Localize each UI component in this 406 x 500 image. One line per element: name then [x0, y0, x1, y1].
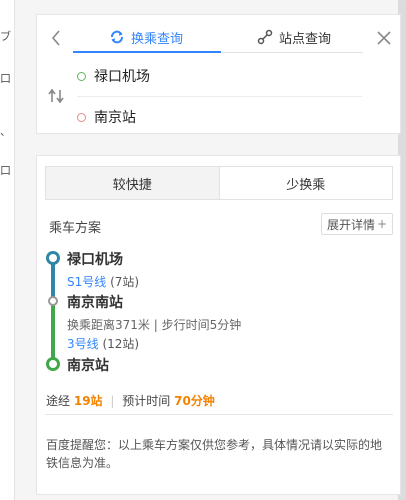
plan-title: 乘车方案: [49, 221, 102, 236]
end-dot-icon: [77, 112, 86, 122]
transfer-station: 南京南站: [67, 295, 123, 311]
tab-label: 站点查询: [279, 31, 332, 47]
summary-via-label: 途经: [46, 394, 71, 408]
summary-station-count: 19站: [73, 394, 103, 408]
expand-details-label: 展开详情: [327, 217, 376, 232]
chevron-left-icon: [51, 30, 60, 46]
left-strip-glyph: 口: [0, 72, 11, 85]
swap-points-button[interactable]: [45, 85, 67, 107]
route-search-panel: 换乘查询 站点查询 禄口机场 南京站: [36, 14, 401, 134]
origin-node-icon: [46, 251, 60, 265]
destination-station: 南京站: [67, 358, 109, 374]
leg1-station-count: (7站): [110, 275, 140, 289]
disclaimer-text: 百度提醒您：以上乘车方案仅供您参考，具体情况请以实际的地铁信息为准。: [46, 438, 383, 470]
start-point-field[interactable]: 禄口机场: [77, 65, 150, 87]
route-summary: 途经 19站 | 预计时间 70分钟: [46, 392, 215, 409]
route-segment-line-s1: [51, 259, 55, 299]
plan-type-switch: 较快捷 少换乘: [45, 166, 393, 200]
field-divider: [77, 96, 362, 97]
close-button[interactable]: [373, 25, 395, 51]
transit-loop-icon: [111, 30, 123, 44]
start-dot-icon: [77, 71, 86, 81]
route-segment-line-3: [51, 303, 55, 362]
transfer-node-icon: [48, 296, 58, 306]
tab-transit-query[interactable]: 换乘查询: [109, 23, 183, 51]
left-strip-glyph: 、: [0, 125, 11, 138]
summary-time: 70分钟: [174, 394, 215, 408]
close-icon: [377, 31, 391, 45]
tab-station-query[interactable]: 站点查询: [257, 23, 331, 51]
swap-arrows-icon: [48, 88, 64, 104]
leg2-line-name[interactable]: 3号线: [67, 337, 99, 351]
start-point-text: 禄口机场: [94, 69, 150, 85]
station-node-icon: [257, 29, 273, 45]
back-button[interactable]: [46, 25, 66, 51]
plus-icon: +: [377, 217, 388, 231]
section-divider: [45, 414, 393, 415]
origin-station: 禄口机场: [67, 252, 123, 268]
leg2-info: 3号线 (12站): [67, 335, 139, 352]
summary-time-label: 预计时间: [122, 394, 171, 408]
tab-label: 换乘查询: [131, 31, 184, 47]
tab-active-indicator: [73, 51, 221, 53]
leg2-station-count: (12站): [102, 337, 140, 351]
summary-separator: |: [110, 394, 115, 408]
left-strip-glyph: 口: [0, 164, 11, 177]
leg1-line-name[interactable]: S1号线: [67, 275, 106, 289]
segment-fewer-transfers[interactable]: 少换乘: [220, 167, 393, 199]
transfer-note: 换乘距离371米 | 步行时间5分钟: [67, 318, 242, 332]
left-sidebar-strip: ブ 口 、 口: [0, 0, 15, 500]
destination-node-icon: [46, 357, 60, 371]
left-strip-glyph: ブ: [0, 30, 11, 43]
route-result-panel: 较快捷 少换乘 乘车方案 展开详情 + 禄口机场 S1号线 (7站) 南京南站 …: [36, 155, 401, 495]
expand-details-button[interactable]: 展开详情 +: [321, 213, 394, 235]
segment-fastest[interactable]: 较快捷: [46, 167, 220, 199]
end-point-text: 南京站: [94, 110, 136, 126]
end-point-field[interactable]: 南京站: [77, 106, 136, 128]
leg1-info: S1号线 (7站): [67, 273, 139, 290]
